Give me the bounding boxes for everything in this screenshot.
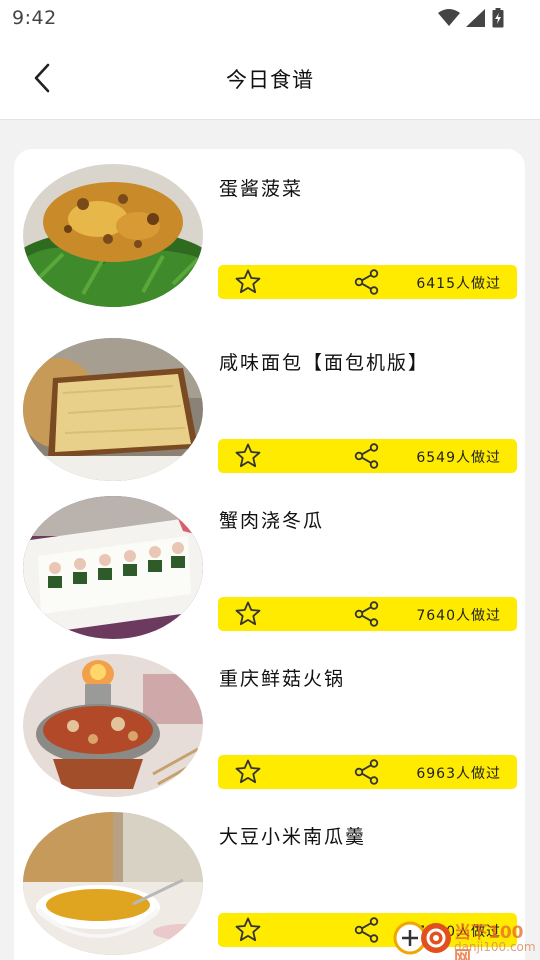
star-outline-icon[interactable] (234, 758, 262, 786)
recipe-name: 咸味面包【面包机版】 (219, 352, 430, 374)
recipe-name: 蛋酱菠菜 (219, 178, 304, 200)
recipe-thumbnail (23, 338, 203, 481)
watermark-sub: danji100.com (454, 940, 536, 954)
recipe-name: 蟹肉浇冬瓜 (219, 510, 325, 532)
recipe-action-bar: 6549人做过 (218, 439, 517, 473)
recipe-name: 重庆鲜菇火锅 (219, 668, 346, 690)
recipe-thumbnail (23, 654, 203, 797)
wifi-icon (438, 9, 460, 26)
signal-icon (466, 9, 485, 27)
list-item[interactable]: 蟹肉浇冬瓜 7640人做过 (14, 495, 525, 645)
status-bar: 9:42 (0, 0, 540, 36)
status-time: 9:42 (12, 7, 57, 29)
share-icon[interactable] (353, 442, 381, 470)
recipe-thumbnail (23, 164, 203, 307)
list-item[interactable]: 重庆鲜菇火锅 6963人做过 (14, 653, 525, 803)
made-count: 6415人做过 (416, 276, 501, 292)
list-item[interactable]: 蛋酱菠菜 6415人做过 (14, 163, 525, 313)
watermark-logo: 当下100网 danji100.com (392, 916, 540, 960)
recipe-action-bar: 6963人做过 (218, 755, 517, 789)
page-title: 今日食谱 (226, 68, 314, 92)
recipe-thumbnail (23, 496, 203, 639)
recipe-list: 蛋酱菠菜 6415人做过 咸味面包【面包机版】 6549人做过 蟹肉浇冬瓜 76… (14, 149, 525, 960)
share-icon[interactable] (353, 600, 381, 628)
recipe-action-bar: 7640人做过 (218, 597, 517, 631)
made-count: 6963人做过 (416, 766, 501, 782)
status-icons (438, 8, 504, 28)
share-icon[interactable] (353, 916, 381, 944)
app-header: 今日食谱 (0, 36, 540, 120)
star-outline-icon[interactable] (234, 916, 262, 944)
share-icon[interactable] (353, 268, 381, 296)
made-count: 6549人做过 (416, 450, 501, 466)
star-outline-icon[interactable] (234, 268, 262, 296)
star-outline-icon[interactable] (234, 600, 262, 628)
list-item[interactable]: 咸味面包【面包机版】 6549人做过 (14, 337, 525, 487)
battery-icon (492, 8, 504, 28)
watermark-icon (393, 921, 451, 955)
recipe-action-bar: 6415人做过 (218, 265, 517, 299)
star-outline-icon[interactable] (234, 442, 262, 470)
recipe-thumbnail (23, 812, 203, 955)
recipe-name: 大豆小米南瓜羹 (219, 826, 367, 848)
made-count: 7640人做过 (416, 608, 501, 624)
share-icon[interactable] (353, 758, 381, 786)
